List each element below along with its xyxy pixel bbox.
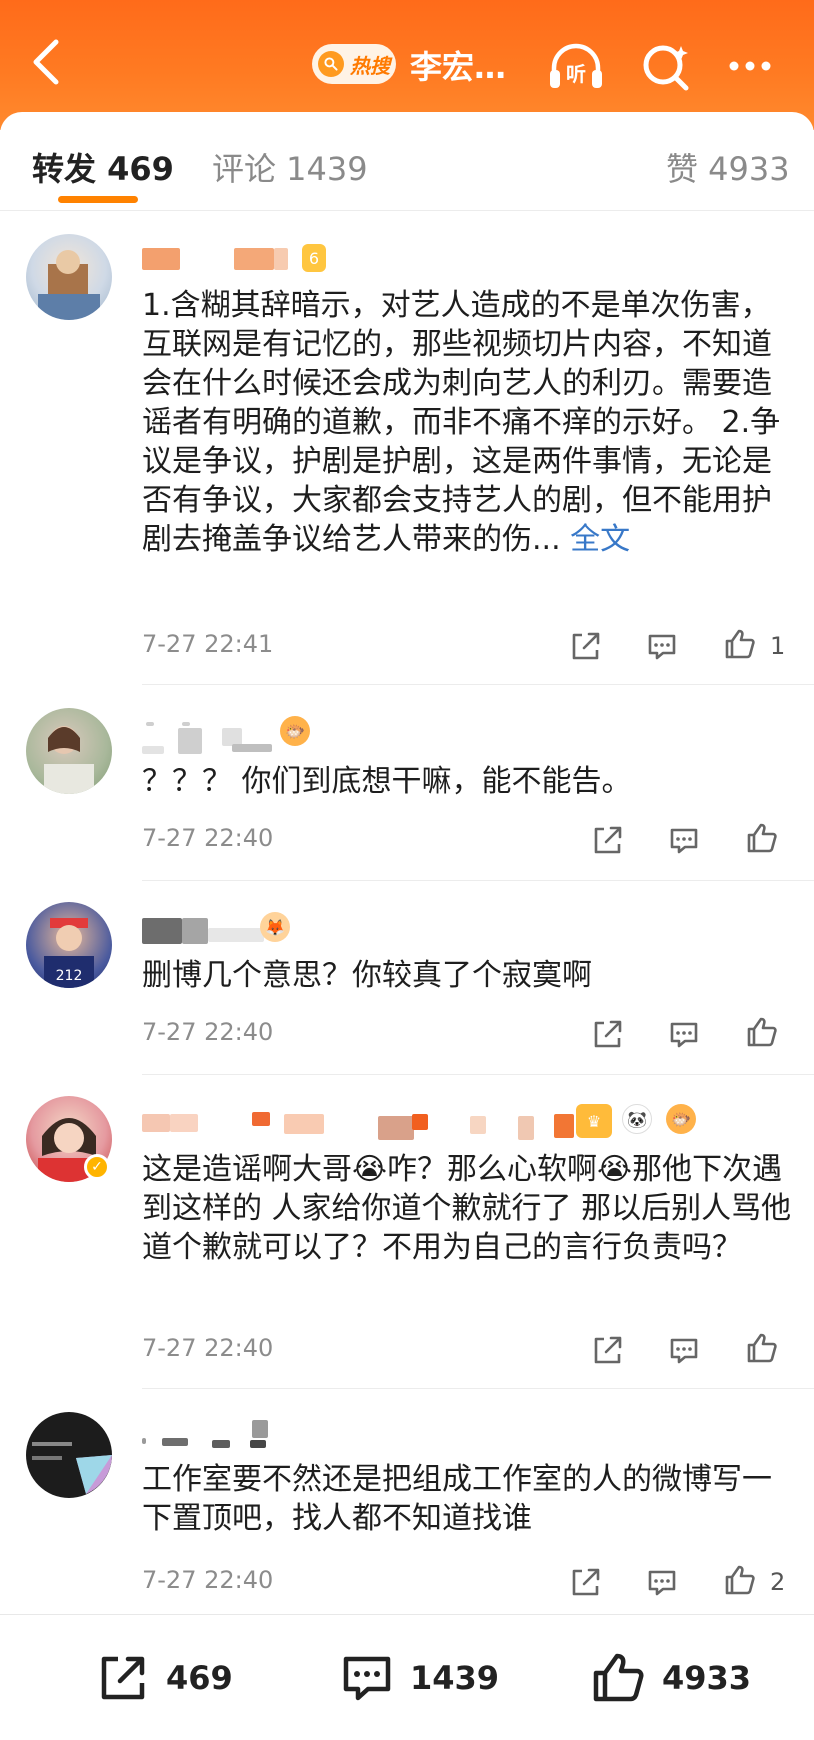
share-button[interactable] <box>590 822 626 858</box>
share-button[interactable] <box>590 1332 626 1368</box>
listen-button[interactable]: 听 <box>546 38 606 94</box>
like-button[interactable]: 4933 <box>590 1615 751 1740</box>
comment-body: 1.含糊其辞暗示，对艺人造成的不是单次伤害，互联网是有记忆的，那些视频切片内容，… <box>142 288 781 557</box>
reply-button[interactable] <box>666 1016 702 1052</box>
active-tab-indicator <box>58 196 138 203</box>
thumbs-up-icon <box>747 1333 777 1363</box>
share-button[interactable] <box>568 628 604 664</box>
repost-icon <box>101 1656 145 1700</box>
comment-text: 这是造谣啊大哥😭咋？那么心软啊😭那他下次遇到这样的 人家给你道个歉就行了 那以后… <box>142 1152 792 1265</box>
level-badge-icon: 6 <box>302 244 326 272</box>
like-count: 1 <box>770 632 786 660</box>
repost-count: 469 <box>166 1659 233 1697</box>
divider <box>142 1074 814 1075</box>
avatar[interactable]: 212 <box>26 902 112 988</box>
expand-full-text-link[interactable]: 全文 <box>561 522 630 557</box>
share-icon <box>572 632 600 660</box>
avatar[interactable] <box>26 1412 112 1498</box>
divider <box>142 880 814 881</box>
comment-time: 7-27 22:40 <box>142 1018 274 1046</box>
comment-icon <box>648 634 676 660</box>
comment-time: 7-27 22:41 <box>142 630 274 658</box>
back-chevron-icon <box>33 39 59 85</box>
share-button[interactable] <box>568 1564 604 1600</box>
comment-count: 1439 <box>410 1659 500 1697</box>
comment-time: 7-27 22:40 <box>142 1334 274 1362</box>
bottom-action-bar: 469 1439 4933 <box>0 1614 814 1740</box>
svg-text:听: 听 <box>566 62 586 86</box>
reply-button[interactable] <box>644 628 680 664</box>
share-button[interactable] <box>590 1016 626 1052</box>
comment-text: 工作室要不然还是把组成工作室的人的微博写一下置顶吧，找人都不知道找谁 <box>142 1462 772 1536</box>
hot-search-pill[interactable]: 热搜 <box>312 44 396 84</box>
repost-button[interactable]: 469 <box>94 1615 233 1740</box>
thumbs-up-icon <box>725 1565 755 1595</box>
page-title: 李宏… <box>410 48 507 86</box>
thumbs-up-icon <box>593 1653 644 1702</box>
share-icon <box>594 1336 622 1364</box>
listen-icon: 听 <box>550 43 602 88</box>
fox-badge-icon: 🦊 <box>260 912 290 942</box>
comment-text: 删博几个意思？你较真了个寂寞啊 <box>142 958 592 993</box>
back-button[interactable] <box>26 36 66 88</box>
share-icon <box>594 1020 622 1048</box>
share-icon <box>572 1568 600 1596</box>
share-icon <box>594 826 622 854</box>
reply-button[interactable] <box>666 1332 702 1368</box>
hot-search-icon <box>318 51 344 77</box>
panda-badge-icon: 🐼 <box>622 1104 652 1134</box>
verified-badge-icon: ✓ <box>84 1154 110 1180</box>
tab-repost[interactable]: 转发 469 <box>32 144 174 190</box>
comment-icon <box>343 1656 391 1701</box>
comment-icon <box>670 1338 698 1364</box>
thumbs-up-icon <box>725 629 755 659</box>
search-icon <box>643 45 689 91</box>
tab-likes[interactable]: 赞 4933 <box>666 144 790 190</box>
like-count: 2 <box>770 1568 786 1596</box>
comment-time: 7-27 22:40 <box>142 824 274 852</box>
comment-icon <box>670 828 698 854</box>
like-button[interactable] <box>744 1330 780 1366</box>
search-button[interactable] <box>636 38 696 94</box>
pufferfish-badge-icon: 🐡 <box>280 716 310 746</box>
reply-button[interactable] <box>644 1564 680 1600</box>
like-button[interactable] <box>722 1562 758 1598</box>
comment-icon <box>670 1022 698 1048</box>
more-icon <box>729 61 771 71</box>
crown-badge-icon: ♛ <box>576 1104 612 1138</box>
hot-search-label: 热搜 <box>350 53 390 78</box>
like-button[interactable] <box>722 626 758 662</box>
avatar[interactable] <box>26 708 112 794</box>
thumbs-up-icon <box>747 823 777 853</box>
svg-text:212: 212 <box>56 968 83 984</box>
comment-time: 7-27 22:40 <box>142 1566 274 1594</box>
thumbs-up-icon <box>747 1017 777 1047</box>
like-button[interactable] <box>744 820 780 856</box>
tabs-panel: 转发 469 评论 1439 赞 4933 <box>0 112 814 212</box>
top-bar: 热搜 李宏… 听 <box>0 0 814 130</box>
pufferfish-badge-icon: 🐡 <box>666 1104 696 1134</box>
tabs-divider <box>0 210 814 211</box>
divider <box>142 684 814 685</box>
like-count: 4933 <box>662 1659 752 1697</box>
comment-button[interactable]: 1439 <box>338 1615 499 1740</box>
divider <box>142 1388 814 1389</box>
more-button[interactable] <box>720 38 780 94</box>
comment-text: ？？？ 你们到底想干嘛，能不能告。 <box>142 764 632 799</box>
reply-button[interactable] <box>666 822 702 858</box>
comment-icon <box>648 1570 676 1596</box>
comment-text: 1.含糊其辞暗示，对艺人造成的不是单次伤害，互联网是有记忆的，那些视频切片内容，… <box>142 286 792 559</box>
like-button[interactable] <box>744 1014 780 1050</box>
tab-comments[interactable]: 评论 1439 <box>212 144 368 190</box>
avatar[interactable] <box>26 234 112 320</box>
